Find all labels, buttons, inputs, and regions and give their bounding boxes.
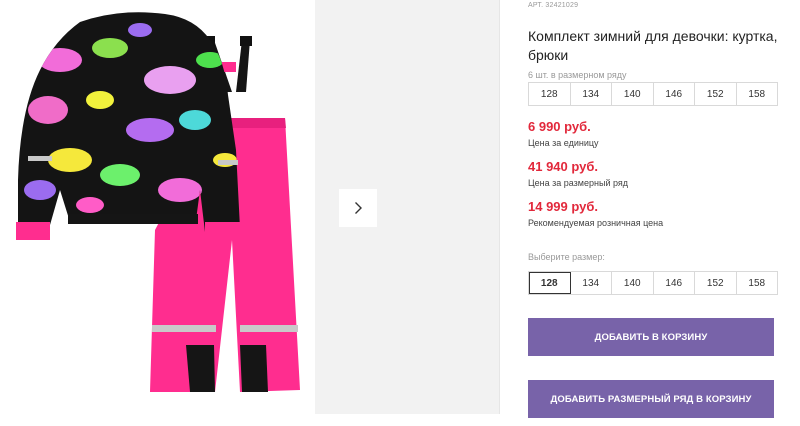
size-option-128[interactable]: 128 (529, 272, 571, 294)
size-range-item: 140 (612, 83, 654, 105)
range-note: 6 шт. в размерном ряду (528, 70, 627, 80)
article-number: АРТ. 32421029 (528, 2, 579, 9)
size-range-item: 146 (653, 83, 695, 105)
chevron-right-icon (355, 202, 362, 214)
size-range-item: 152 (695, 83, 737, 105)
size-selector: 128 134 140 146 152 158 (528, 271, 778, 295)
rrp-price-label: Рекомендуемая розничная цена (528, 218, 664, 228)
size-option-146[interactable]: 146 (653, 272, 695, 294)
size-option-140[interactable]: 140 (612, 272, 654, 294)
product-title: Комплект зимний для девочки: куртка, брю… (528, 28, 778, 63)
add-range-to-cart-button[interactable]: ДОБАВИТЬ РАЗМЕРНЫЙ РЯД В КОРЗИНУ (528, 380, 774, 418)
product-photo (0, 0, 315, 414)
divider (499, 0, 500, 414)
size-option-152[interactable]: 152 (695, 272, 737, 294)
size-range-item: 134 (570, 83, 612, 105)
size-option-158[interactable]: 158 (736, 272, 777, 294)
add-to-cart-button[interactable]: ДОБАВИТЬ В КОРЗИНУ (528, 318, 774, 356)
size-select-label: Выберите размер: (528, 252, 605, 262)
gallery-next-button[interactable] (339, 189, 377, 227)
size-range-item: 128 (529, 83, 571, 105)
unit-price: 6 990 руб. (528, 119, 591, 134)
range-price-label: Цена за размерный ряд (528, 178, 629, 188)
size-range-item: 158 (736, 83, 777, 105)
winter-set-illustration (16, 12, 300, 392)
size-range-list: 128 134 140 146 152 158 (528, 82, 778, 106)
size-option-134[interactable]: 134 (570, 272, 612, 294)
rrp-price: 14 999 руб. (528, 199, 599, 214)
unit-price-label: Цена за единицу (528, 138, 599, 148)
range-price: 41 940 руб. (528, 159, 599, 174)
